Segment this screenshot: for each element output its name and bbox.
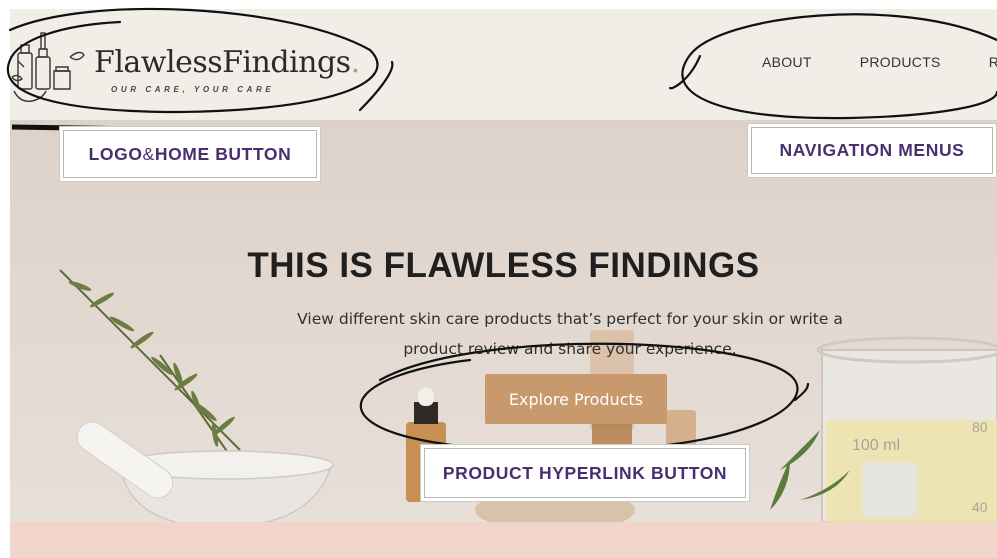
product-annotation-label: PRODUCT HYPERLINK BUTTON — [424, 448, 746, 498]
footer-strip — [10, 522, 997, 558]
logo-annotation-label: LOGO & HOME BUTTON — [63, 130, 317, 178]
nav-item-reviews[interactable]: RE — [989, 54, 997, 70]
brand-dot: . — [350, 45, 361, 80]
skincare-bottles-icon — [11, 32, 85, 102]
beaker-mark-label: 80 — [972, 419, 988, 435]
beaker-volume-label: 100 ml — [852, 437, 900, 454]
mortar-pestle-image — [76, 421, 334, 522]
beaker-mark-low-label: 40 — [972, 499, 988, 515]
navigation-menu: ABOUT PRODUCTS RE — [762, 54, 997, 70]
logo-home-button[interactable]: FlawlessFindings. OUR CARE, YOUR CARE — [10, 19, 360, 114]
brand-tagline: OUR CARE, YOUR CARE — [111, 85, 275, 94]
nav-item-products[interactable]: PRODUCTS — [860, 54, 941, 70]
brand-name: FlawlessFindings — [94, 45, 351, 80]
site-header: FlawlessFindings. OUR CARE, YOUR CARE AB… — [10, 9, 997, 120]
glass-beaker-image: 100 ml 80 40 — [816, 336, 997, 522]
hero-title: THIS IS FLAWLESS FINDINGS — [247, 246, 760, 286]
nav-annotation-label: NAVIGATION MENUS — [751, 127, 993, 174]
hero-subtitle: View different skin care products that’s… — [297, 309, 843, 358]
nav-item-about[interactable]: ABOUT — [762, 54, 812, 70]
explore-products-button[interactable]: Explore Products — [485, 374, 667, 424]
